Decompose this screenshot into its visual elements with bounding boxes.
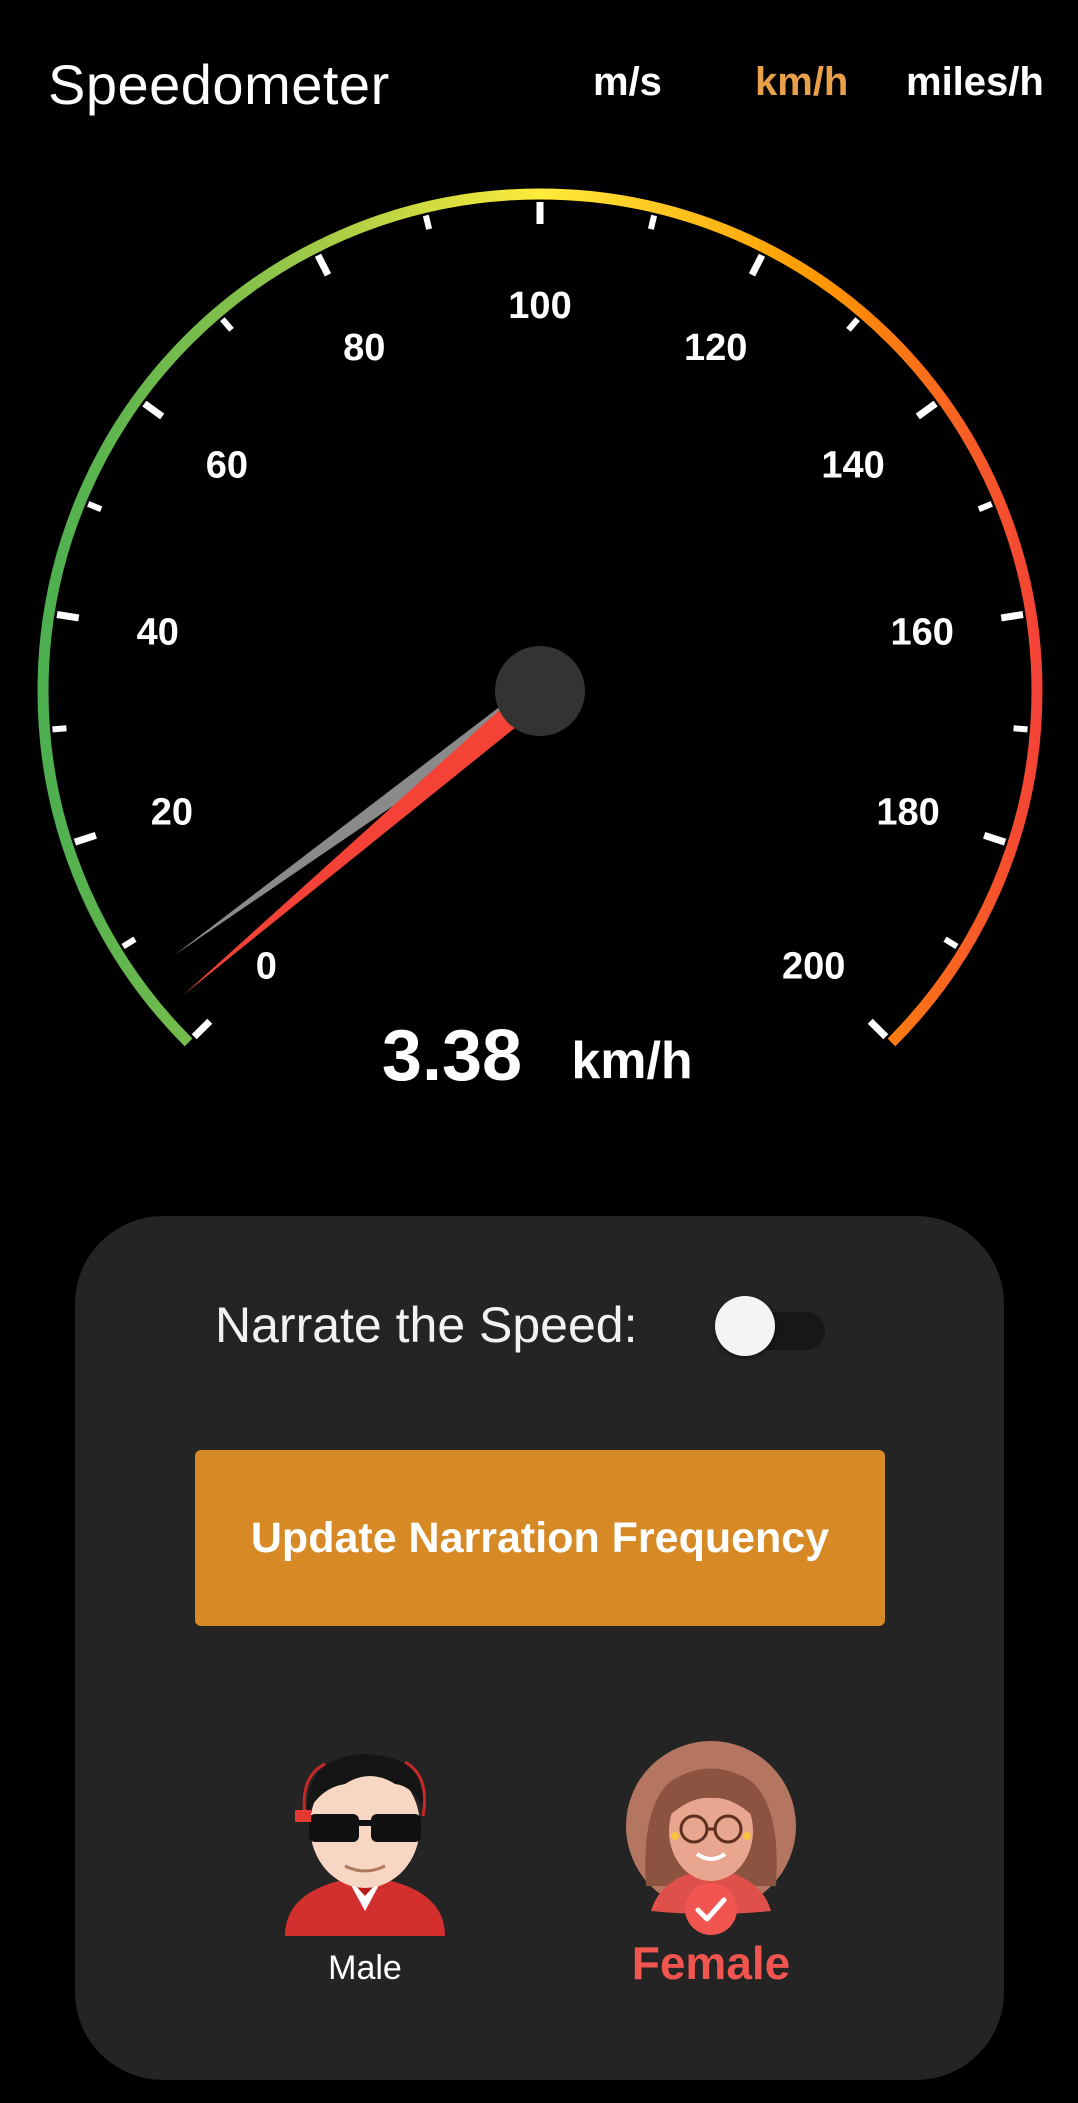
unit-tab-ms[interactable]: m/s [593, 60, 662, 105]
minor-tick [1013, 725, 1028, 733]
major-tick [748, 253, 766, 277]
major-tick [142, 400, 165, 420]
major-tick [983, 831, 1007, 846]
minor-tick [87, 501, 103, 512]
voice-option-female[interactable]: Female [591, 1736, 831, 1996]
tick-label: 100 [508, 285, 571, 327]
needle-pointer [183, 681, 549, 996]
unit-tab-milesh[interactable]: miles/h [906, 60, 1044, 105]
toggle-thumb [715, 1296, 775, 1356]
major-tick [867, 1018, 889, 1040]
gauge-tick-labels: 0 20 40 60 80 100 120 140 160 180 200 [137, 285, 954, 988]
tick-label: 20 [151, 792, 193, 834]
speed-value: 3.38 [382, 1016, 522, 1096]
minor-tick [977, 501, 993, 512]
voice-option-male[interactable]: Male [245, 1736, 485, 1996]
tick-label: 200 [782, 946, 845, 988]
tick-label: 40 [137, 611, 179, 653]
minor-tick [52, 725, 67, 733]
major-tick [1000, 611, 1024, 622]
tick-label: 140 [821, 445, 884, 487]
tick-label: 160 [891, 611, 954, 653]
narration-card: Narrate the Speed: Update Narration Freq… [75, 1216, 1004, 2080]
narrate-speed-toggle[interactable] [715, 1294, 825, 1358]
update-narration-frequency-button[interactable]: Update Narration Frequency [195, 1450, 885, 1626]
minor-tick [647, 214, 658, 230]
major-tick [314, 253, 332, 277]
major-tick [73, 831, 97, 846]
minor-tick [943, 936, 959, 950]
minor-tick [846, 317, 860, 332]
speedometer-gauge: 0 20 40 60 80 100 120 140 160 180 200 3.38 km/h [37, 188, 1043, 1096]
narrate-speed-label: Narrate the Speed: [215, 1297, 638, 1353]
female-label: Female [631, 1937, 791, 1989]
major-tick [56, 611, 80, 622]
minor-tick [121, 936, 137, 950]
app-header: Speedometer m/s km/h miles/h [0, 0, 1078, 170]
minor-tick [220, 317, 234, 332]
tick-label: 180 [876, 792, 939, 834]
major-tick [191, 1018, 213, 1040]
speed-unit: km/h [571, 1032, 692, 1090]
needle-hub [495, 646, 585, 736]
tick-label: 120 [684, 327, 747, 369]
minor-tick [422, 214, 433, 230]
page-title: Speedometer [48, 53, 390, 116]
tick-label: 80 [343, 327, 385, 369]
unit-tab-kmh[interactable]: km/h [755, 60, 848, 105]
male-avatar-icon [285, 1754, 445, 1936]
major-tick [915, 400, 938, 420]
male-label: Male [328, 1949, 402, 1987]
selected-check-icon [685, 1883, 737, 1935]
tick-label: 0 [256, 946, 277, 988]
tick-label: 60 [206, 445, 248, 487]
speed-needle [173, 681, 549, 996]
